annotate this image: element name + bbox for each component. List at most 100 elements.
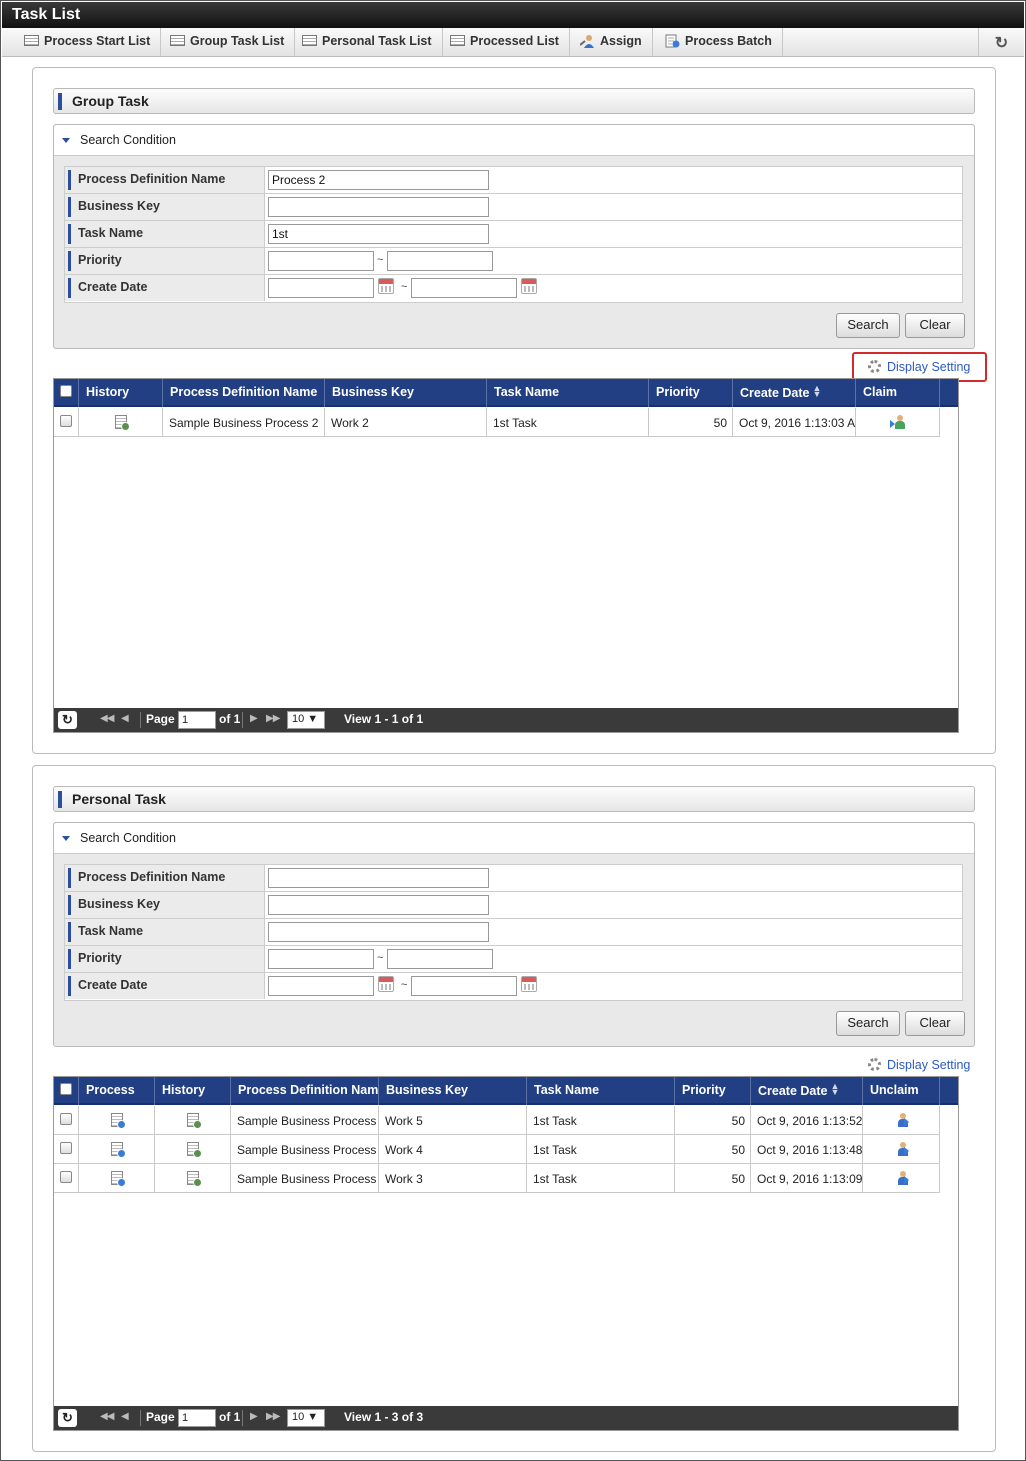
list-icon xyxy=(170,35,185,46)
process-icon[interactable] xyxy=(110,1171,126,1187)
history-icon[interactable] xyxy=(186,1113,202,1129)
tab-group-task-list[interactable]: Group Task List xyxy=(160,28,296,56)
personal-search-condition: Search Condition Process Definition Name… xyxy=(53,822,975,1047)
tab-assign[interactable]: Assign xyxy=(570,28,653,56)
history-icon[interactable] xyxy=(186,1171,202,1187)
create-date-from-input[interactable] xyxy=(268,278,374,298)
calendar-icon[interactable] xyxy=(521,278,537,294)
search-condition-toggle[interactable]: Search Condition xyxy=(54,125,974,156)
table-row[interactable]: Sample Business Process Work 4 1st Task … xyxy=(54,1135,940,1164)
checkbox[interactable] xyxy=(60,1083,72,1095)
cell-business-key: Work 2 xyxy=(325,408,487,437)
process-definition-name-input[interactable] xyxy=(268,170,489,190)
priority-to-input[interactable] xyxy=(387,251,493,271)
cell-process-definition-name: Sample Business Process 2 xyxy=(163,408,325,437)
col-business-key[interactable]: Business Key xyxy=(325,379,487,407)
col-create-date[interactable]: Create Date ▲ ▼ xyxy=(733,379,856,407)
row-checkbox[interactable] xyxy=(60,1142,72,1154)
process-definition-name-input[interactable] xyxy=(268,868,489,888)
tab-processed-list[interactable]: Processed List xyxy=(440,28,570,56)
first-page-icon[interactable]: ◀◀ xyxy=(100,1411,114,1422)
col-unclaim[interactable]: Unclaim xyxy=(863,1077,940,1105)
display-setting-link[interactable]: Display Setting xyxy=(868,360,970,374)
cell-task-name: 1st Task xyxy=(527,1106,675,1135)
unclaim-icon[interactable] xyxy=(893,1142,909,1156)
cell-task-name: 1st Task xyxy=(527,1164,675,1193)
col-priority[interactable]: Priority xyxy=(675,1077,751,1105)
reload-icon[interactable]: ↻ xyxy=(58,1409,77,1427)
range-separator: ~ xyxy=(401,979,408,991)
create-date-to-input[interactable] xyxy=(411,976,517,996)
col-create-date[interactable]: Create Date ▲ ▼ xyxy=(751,1077,863,1105)
cell-business-key: Work 3 xyxy=(379,1164,527,1193)
business-key-input[interactable] xyxy=(268,197,489,217)
select-all-checkbox[interactable] xyxy=(54,379,79,407)
last-page-icon[interactable]: ▶▶ xyxy=(266,1411,280,1422)
create-date-to-input[interactable] xyxy=(411,278,517,298)
prev-page-icon[interactable]: ◀ xyxy=(121,1411,129,1422)
process-icon[interactable] xyxy=(110,1142,126,1158)
first-page-icon[interactable]: ◀◀ xyxy=(100,713,114,724)
tab-process-batch[interactable]: Process Batch xyxy=(655,28,783,56)
calendar-icon[interactable] xyxy=(521,976,537,992)
create-date-from-input[interactable] xyxy=(268,976,374,996)
history-icon[interactable] xyxy=(114,415,130,431)
row-checkbox[interactable] xyxy=(60,415,72,427)
col-priority[interactable]: Priority xyxy=(649,379,733,407)
col-business-key[interactable]: Business Key xyxy=(379,1077,527,1105)
label-process-definition-name: Process Definition Name xyxy=(65,167,265,193)
col-history[interactable]: History xyxy=(155,1077,231,1105)
tab-process-start-list[interactable]: Process Start List xyxy=(14,28,162,56)
sort-icon: ▲ ▼ xyxy=(812,383,822,399)
calendar-icon[interactable] xyxy=(378,278,394,294)
clear-button[interactable]: Clear xyxy=(905,1011,965,1036)
reload-icon[interactable]: ↻ xyxy=(58,711,77,729)
calendar-icon[interactable] xyxy=(378,976,394,992)
table-row[interactable]: Sample Business Process Work 3 1st Task … xyxy=(54,1164,940,1193)
task-name-input[interactable] xyxy=(268,224,489,244)
search-button[interactable]: Search xyxy=(836,1011,900,1036)
col-process-definition-name[interactable]: Process Definition Name xyxy=(163,379,325,407)
priority-from-input[interactable] xyxy=(268,949,374,969)
row-checkbox[interactable] xyxy=(60,1171,72,1183)
next-page-icon[interactable]: ▶ xyxy=(250,713,258,724)
table-row[interactable]: Sample Business Process 2 Work 2 1st Tas… xyxy=(54,408,940,437)
business-key-input[interactable] xyxy=(268,895,489,915)
col-process-definition-name[interactable]: Process Definition Name xyxy=(231,1077,379,1105)
checkbox[interactable] xyxy=(60,385,72,397)
task-name-input[interactable] xyxy=(268,922,489,942)
cell-business-key: Work 4 xyxy=(379,1135,527,1164)
process-icon[interactable] xyxy=(110,1113,126,1129)
group-task-title: Group Task xyxy=(53,88,975,114)
col-task-name[interactable]: Task Name xyxy=(527,1077,675,1105)
col-claim[interactable]: Claim xyxy=(856,379,940,407)
page-size-select[interactable]: 10 ▼ xyxy=(287,711,325,729)
page-size-select[interactable]: 10 ▼ xyxy=(287,1409,325,1427)
search-button[interactable]: Search xyxy=(836,313,900,338)
select-all-checkbox[interactable] xyxy=(54,1077,79,1105)
row-checkbox[interactable] xyxy=(60,1113,72,1125)
separator xyxy=(140,712,141,728)
search-condition-toggle[interactable]: Search Condition xyxy=(54,823,974,854)
col-task-name[interactable]: Task Name xyxy=(487,379,649,407)
history-icon[interactable] xyxy=(186,1142,202,1158)
label-process-definition-name: Process Definition Name xyxy=(65,865,265,891)
last-page-icon[interactable]: ▶▶ xyxy=(266,713,280,724)
unclaim-icon[interactable] xyxy=(893,1171,909,1185)
unclaim-icon[interactable] xyxy=(893,1113,909,1127)
page-number-input[interactable] xyxy=(178,711,216,729)
prev-page-icon[interactable]: ◀ xyxy=(121,713,129,724)
priority-from-input[interactable] xyxy=(268,251,374,271)
page-number-input[interactable] xyxy=(178,1409,216,1427)
col-history[interactable]: History xyxy=(79,379,163,407)
next-page-icon[interactable]: ▶ xyxy=(250,1411,258,1422)
col-process[interactable]: Process xyxy=(79,1077,155,1105)
tab-personal-task-list[interactable]: Personal Task List xyxy=(292,28,443,56)
claim-icon[interactable] xyxy=(889,415,906,429)
table-row[interactable]: Sample Business Process Work 5 1st Task … xyxy=(54,1106,940,1135)
display-setting-link[interactable]: Display Setting xyxy=(868,1058,970,1072)
clear-button[interactable]: Clear xyxy=(905,313,965,338)
refresh-icon[interactable]: ↻ xyxy=(978,28,1024,56)
priority-to-input[interactable] xyxy=(387,949,493,969)
assign-user-icon xyxy=(580,35,594,48)
